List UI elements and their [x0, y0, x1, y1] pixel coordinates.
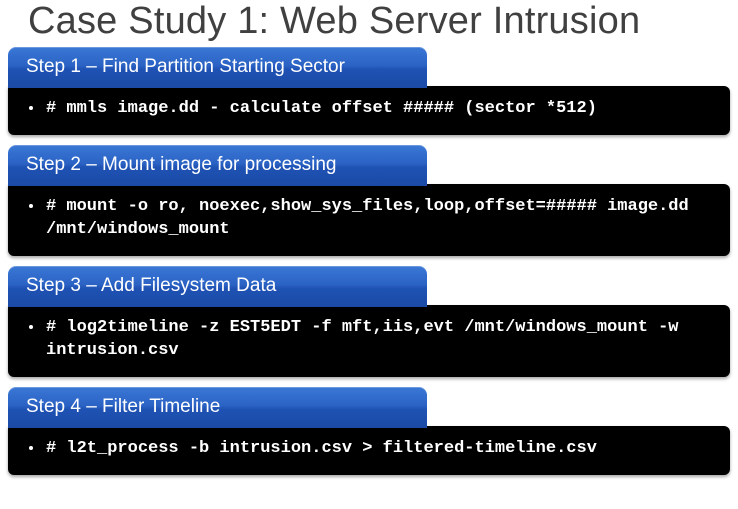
- step-4: Step 4 – Filter Timeline # l2t_process -…: [8, 387, 730, 475]
- step-4-body: # l2t_process -b intrusion.csv > filtere…: [8, 426, 730, 475]
- step-3-command: # log2timeline -z EST5EDT -f mft,iis,evt…: [44, 317, 712, 363]
- step-4-command: # l2t_process -b intrusion.csv > filtere…: [44, 438, 712, 461]
- step-3-body: # log2timeline -z EST5EDT -f mft,iis,evt…: [8, 305, 730, 377]
- step-2-body: # mount -o ro, noexec,show_sys_files,loo…: [8, 184, 730, 256]
- step-1-body: # mmls image.dd - calculate offset #####…: [8, 86, 730, 135]
- step-1: Step 1 – Find Partition Starting Sector …: [8, 47, 730, 135]
- step-2: Step 2 – Mount image for processing # mo…: [8, 145, 730, 256]
- steps-container: Step 1 – Find Partition Starting Sector …: [0, 47, 738, 475]
- step-2-command: # mount -o ro, noexec,show_sys_files,loo…: [44, 196, 712, 242]
- step-3: Step 3 – Add Filesystem Data # log2timel…: [8, 266, 730, 377]
- step-1-command: # mmls image.dd - calculate offset #####…: [44, 98, 712, 121]
- step-2-header: Step 2 – Mount image for processing: [8, 145, 427, 186]
- step-3-header: Step 3 – Add Filesystem Data: [8, 266, 427, 307]
- slide-title: Case Study 1: Web Server Intrusion: [0, 0, 738, 47]
- step-4-header: Step 4 – Filter Timeline: [8, 387, 427, 428]
- step-1-header: Step 1 – Find Partition Starting Sector: [8, 47, 427, 88]
